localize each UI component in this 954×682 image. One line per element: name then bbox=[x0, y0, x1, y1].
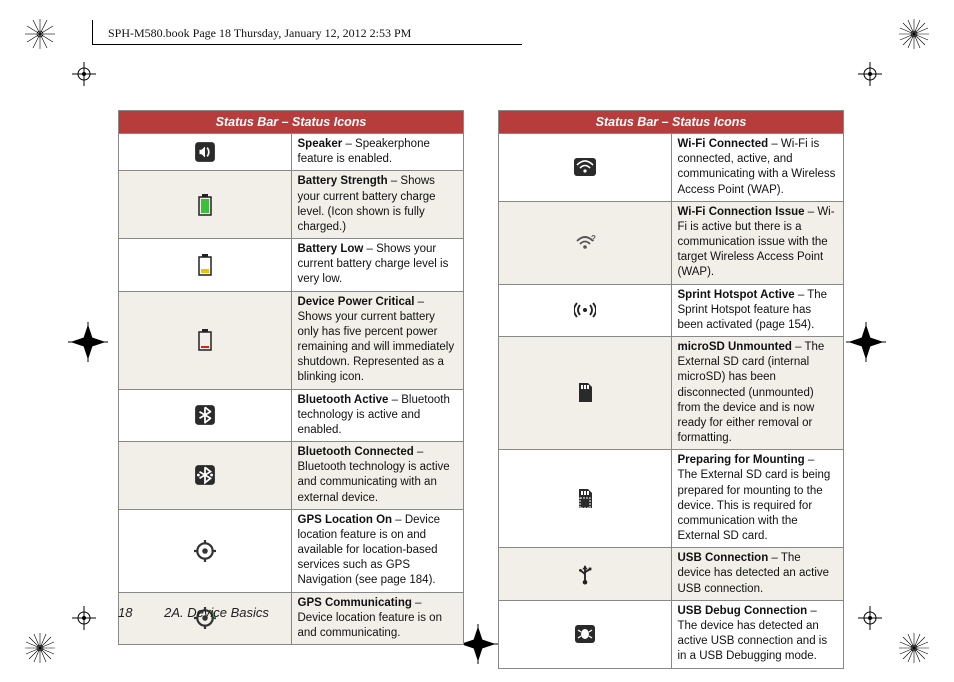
usb-debug-icon bbox=[499, 600, 672, 668]
icon-description: Bluetooth Active – Bluetooth technology … bbox=[291, 389, 464, 442]
icon-description: Device Power Critical – Shows your curre… bbox=[291, 291, 464, 389]
status-icons-table-right: Status Bar – Status Icons Wi-Fi Connecte… bbox=[498, 110, 844, 669]
register-mark-icon bbox=[858, 606, 882, 630]
table-row: Sprint Hotspot Active – The Sprint Hotsp… bbox=[499, 284, 844, 337]
section-title: 2A. Device Basics bbox=[164, 605, 269, 620]
icon-description: Battery Strength – Shows your current ba… bbox=[291, 171, 464, 239]
table-row: Wi-Fi Connection Issue – Wi-Fi is active… bbox=[499, 201, 844, 284]
icon-term: GPS Communicating bbox=[298, 597, 412, 609]
table-row: USB Connection – The device has detected… bbox=[499, 548, 844, 601]
speaker-icon bbox=[119, 134, 292, 171]
gps-icon bbox=[119, 509, 292, 592]
table-row: Wi-Fi Connected – Wi-Fi is connected, ac… bbox=[499, 134, 844, 202]
page-footer: 18 2A. Device Basics bbox=[118, 605, 269, 620]
right-column: Status Bar – Status Icons Wi-Fi Connecte… bbox=[498, 110, 844, 592]
icon-term: Wi-Fi Connection Issue bbox=[678, 206, 805, 218]
batt-low-icon bbox=[119, 239, 292, 292]
crop-cross-icon bbox=[68, 322, 108, 362]
register-mark-icon bbox=[72, 606, 96, 630]
icon-desc-text: – The External SD card is being prepared… bbox=[678, 454, 831, 542]
table-row: Bluetooth Active – Bluetooth technology … bbox=[119, 389, 464, 442]
icon-description: Speaker – Speakerphone feature is enable… bbox=[291, 134, 464, 171]
icon-description: Preparing for Mounting – The External SD… bbox=[671, 450, 844, 548]
icon-term: Preparing for Mounting bbox=[678, 454, 805, 466]
crop-sunburst-icon bbox=[898, 632, 930, 664]
icon-description: Wi-Fi Connected – Wi-Fi is connected, ac… bbox=[671, 134, 844, 202]
hotspot-icon bbox=[499, 284, 672, 337]
icon-description: Wi-Fi Connection Issue – Wi-Fi is active… bbox=[671, 201, 844, 284]
icon-term: Bluetooth Connected bbox=[298, 446, 414, 458]
register-mark-icon bbox=[858, 62, 882, 86]
icon-term: USB Connection bbox=[678, 552, 769, 564]
crop-cross-icon bbox=[846, 322, 886, 362]
table-row: Device Power Critical – Shows your curre… bbox=[119, 291, 464, 389]
icon-description: USB Debug Connection – The device has de… bbox=[671, 600, 844, 668]
crop-sunburst-icon bbox=[898, 18, 930, 50]
icon-description: Sprint Hotspot Active – The Sprint Hotsp… bbox=[671, 284, 844, 337]
icon-term: Battery Strength bbox=[298, 175, 388, 187]
doc-tag: SPH-M580.book Page 18 Thursday, January … bbox=[108, 26, 411, 41]
icon-term: Battery Low bbox=[298, 243, 364, 255]
usb-icon bbox=[499, 548, 672, 601]
icon-description: USB Connection – The device has detected… bbox=[671, 548, 844, 601]
icon-term: microSD Unmounted bbox=[678, 341, 792, 353]
wifi-icon bbox=[499, 134, 672, 202]
table-row: Bluetooth Connected – Bluetooth technolo… bbox=[119, 442, 464, 510]
crop-cross-icon bbox=[458, 624, 498, 664]
register-mark-icon bbox=[72, 62, 96, 86]
page-number: 18 bbox=[118, 605, 132, 620]
icon-term: Sprint Hotspot Active bbox=[678, 289, 795, 301]
page: SPH-M580.book Page 18 Thursday, January … bbox=[0, 0, 954, 682]
table-row: Preparing for Mounting – The External SD… bbox=[499, 450, 844, 548]
table-header: Status Bar – Status Icons bbox=[499, 111, 844, 134]
icon-desc-text: – Shows your current battery only has fi… bbox=[298, 296, 455, 384]
sd-prep-icon bbox=[499, 450, 672, 548]
doc-tag-border bbox=[92, 20, 93, 44]
left-column: Status Bar – Status Icons Speaker – Spea… bbox=[118, 110, 464, 592]
wifi-issue-icon bbox=[499, 201, 672, 284]
icon-description: Bluetooth Connected – Bluetooth technolo… bbox=[291, 442, 464, 510]
icon-term: Wi-Fi Connected bbox=[678, 138, 769, 150]
table-row: Speaker – Speakerphone feature is enable… bbox=[119, 134, 464, 171]
doc-tag-underline bbox=[92, 44, 522, 45]
table-row: microSD Unmounted – The External SD card… bbox=[499, 337, 844, 450]
table-row: GPS Location On – Device location featur… bbox=[119, 509, 464, 592]
table-row: Battery Low – Shows your current battery… bbox=[119, 239, 464, 292]
table-row: USB Debug Connection – The device has de… bbox=[499, 600, 844, 668]
icon-description: Battery Low – Shows your current battery… bbox=[291, 239, 464, 292]
icon-description: microSD Unmounted – The External SD card… bbox=[671, 337, 844, 450]
icon-term: Speaker bbox=[298, 138, 343, 150]
icon-description: GPS Communicating – Device location feat… bbox=[291, 592, 464, 645]
icon-desc-text: – The External SD card (internal microSD… bbox=[678, 341, 825, 444]
table-row: Battery Strength – Shows your current ba… bbox=[119, 171, 464, 239]
table-header: Status Bar – Status Icons bbox=[119, 111, 464, 134]
icon-term: Bluetooth Active bbox=[298, 394, 389, 406]
icon-term: GPS Location On bbox=[298, 514, 393, 526]
sd-icon bbox=[499, 337, 672, 450]
bt-conn-icon bbox=[119, 442, 292, 510]
icon-description: GPS Location On – Device location featur… bbox=[291, 509, 464, 592]
batt-full-icon bbox=[119, 171, 292, 239]
crop-sunburst-icon bbox=[24, 18, 56, 50]
status-icons-table-left: Status Bar – Status Icons Speaker – Spea… bbox=[118, 110, 464, 645]
bt-icon bbox=[119, 389, 292, 442]
content-area: Status Bar – Status Icons Speaker – Spea… bbox=[118, 110, 844, 592]
batt-crit-icon bbox=[119, 291, 292, 389]
crop-sunburst-icon bbox=[24, 632, 56, 664]
icon-term: USB Debug Connection bbox=[678, 605, 808, 617]
icon-term: Device Power Critical bbox=[298, 296, 415, 308]
